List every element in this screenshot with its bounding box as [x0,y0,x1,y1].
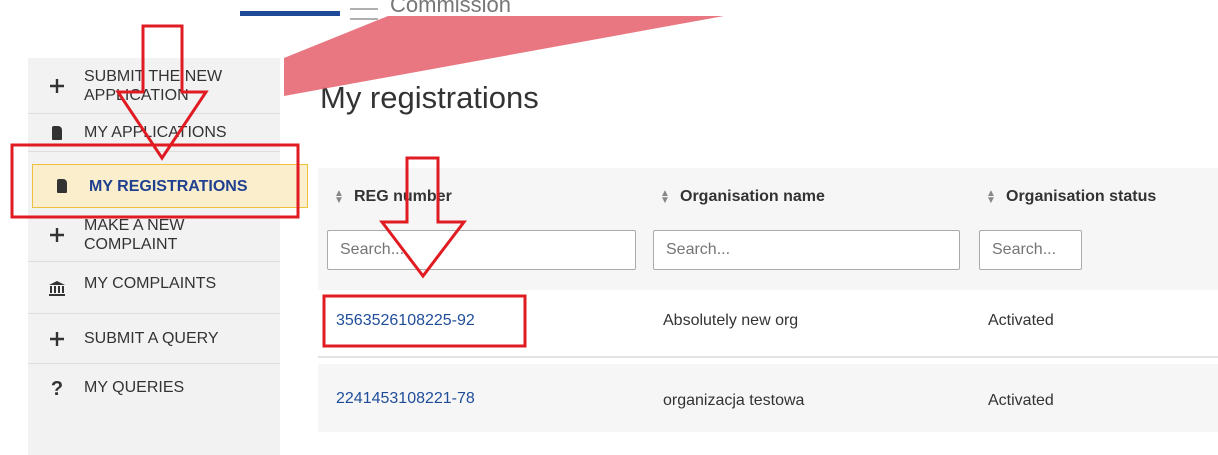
logo-lines-icon [350,8,378,20]
sidebar-item-my-queries[interactable]: ? MY QUERIES [28,364,280,414]
eu-flag-icon [240,11,340,16]
plus-icon [48,227,66,243]
sidebar-item-label: MY QUERIES [84,379,185,396]
sidebar-item-label: SUBMIT A QUERY [84,330,219,347]
sidebar-item-make-complaint[interactable]: MAKE A NEW COMPLAINT [28,208,280,262]
main-content: My registrations ▲ ▼ REG number ▲ ▼ Organi… [318,58,1218,455]
search-input-reg-number[interactable] [327,230,636,270]
search-input-organisation-status[interactable] [979,230,1082,270]
sidebar: SUBMIT THE NEW APPLICATION MY APPLICATIO… [28,58,308,455]
plus-icon [48,78,66,94]
table-header: ▲ ▼ REG number ▲ ▼ Organisation name ▲ ▼ Or… [318,168,1218,228]
document-icon [48,125,66,140]
sort-icon: ▲ ▼ [334,188,344,206]
sidebar-item-submit-application[interactable]: SUBMIT THE NEW APPLICATION [28,58,280,114]
table-row: 2241453108221-78 organizacja testowa Act… [318,364,1218,432]
column-header-organisation-status[interactable]: ▲ ▼ Organisation status [986,188,1156,206]
sidebar-item-label: MY APPLICATIONS [84,124,227,141]
commission-logo[interactable]: Commission [240,0,720,20]
sort-icon: ▲ ▼ [986,188,996,206]
sort-icon: ▲ ▼ [660,188,670,206]
document-icon [53,179,71,193]
question-icon: ? [50,378,64,400]
table-row: 3563526108225-92 Absolutely new org Acti… [318,290,1218,358]
reg-number-link[interactable]: 3563526108225-92 [336,312,475,330]
organisation-name: organizacja testowa [663,392,805,409]
sidebar-item-label: SUBMIT THE NEW [84,67,223,85]
bank-icon [48,280,66,296]
sidebar-item-my-applications[interactable]: MY APPLICATIONS [28,114,280,152]
logo-text: Commission [390,0,512,17]
organisation-name: Absolutely new org [663,312,799,329]
search-input-organisation-name[interactable] [653,230,960,270]
sidebar-item-label: MAKE A NEW [84,216,185,234]
sidebar-item-label: MY REGISTRATIONS [89,177,248,195]
sidebar-item-label: APPLICATION [84,86,189,104]
organisation-status: Activated [988,312,1054,329]
organisation-status: Activated [988,392,1054,409]
plus-icon [48,331,66,347]
sidebar-item-submit-query[interactable]: SUBMIT A QUERY [28,314,280,364]
sidebar-item-my-registrations[interactable]: MY REGISTRATIONS [32,164,308,208]
sidebar-item-my-complaints[interactable]: MY COMPLAINTS [28,262,280,314]
sidebar-item-label: MY COMPLAINTS [84,275,217,292]
reg-number-link[interactable]: 2241453108221-78 [336,390,475,408]
column-header-organisation-name[interactable]: ▲ ▼ Organisation name [660,188,825,206]
page-title: My registrations [320,80,539,115]
sidebar-item-label: COMPLAINT [84,235,178,253]
filter-row [318,228,1218,290]
column-header-reg-number[interactable]: ▲ ▼ REG number [334,188,452,206]
